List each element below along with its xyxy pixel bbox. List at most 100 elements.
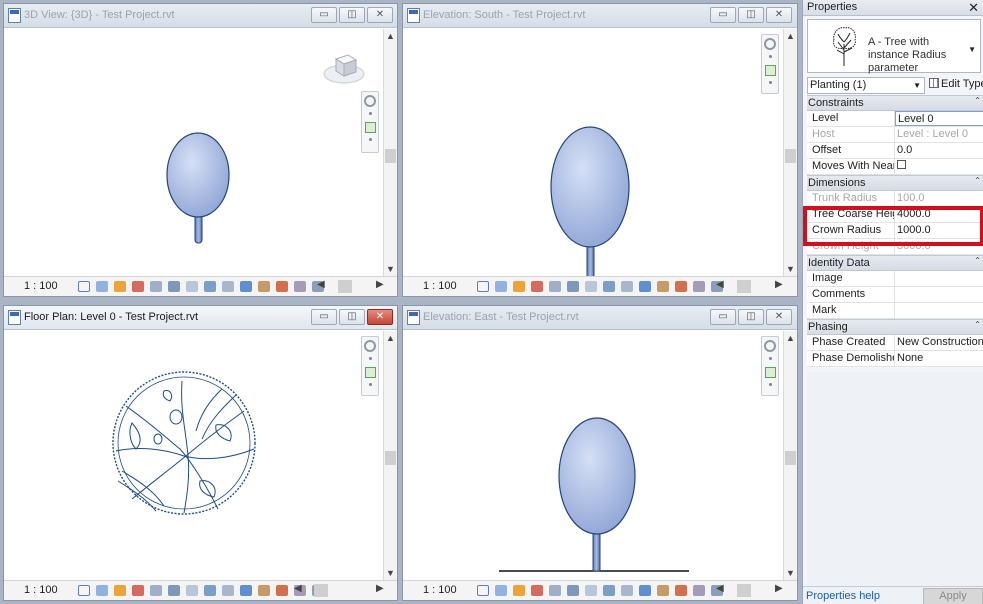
render-icon[interactable] xyxy=(150,585,162,596)
group-phasing[interactable]: Phasing ⌃ xyxy=(807,319,983,335)
zoom-icon[interactable] xyxy=(765,367,776,378)
temp-hide-icon[interactable] xyxy=(621,585,633,596)
tree-coarse-height-field[interactable]: 4000.0 xyxy=(895,207,983,222)
steering-wheel-icon[interactable] xyxy=(364,95,376,107)
navigation-bar[interactable] xyxy=(361,336,379,396)
view-window-3d[interactable]: 3D View: {3D} - Test Project.rvt ▭ ◫ ✕ ▲… xyxy=(3,3,398,297)
show-crop-icon[interactable] xyxy=(186,585,198,596)
property-row-phase-demolished[interactable]: Phase Demolished None xyxy=(807,351,983,367)
crown-radius-field[interactable]: 1000.0 xyxy=(895,223,983,238)
reveal-hidden-icon[interactable] xyxy=(240,585,252,596)
moves-with-nearby-checkbox[interactable] xyxy=(897,160,906,169)
visual-style-icon[interactable] xyxy=(96,281,108,292)
restore-button[interactable]: ◫ xyxy=(738,7,764,23)
zoom-icon[interactable] xyxy=(765,65,776,76)
visual-style-icon[interactable] xyxy=(495,585,507,596)
crop-icon[interactable] xyxy=(567,281,579,292)
temp-hide-icon[interactable] xyxy=(222,281,234,292)
scroll-thumb[interactable] xyxy=(785,451,796,465)
scroll-left-icon[interactable]: ◀ xyxy=(317,279,325,290)
analysis-icon[interactable] xyxy=(675,585,687,596)
render-icon[interactable] xyxy=(150,281,162,292)
steering-wheel-icon[interactable] xyxy=(764,340,776,352)
render-icon[interactable] xyxy=(549,281,561,292)
analysis-icon[interactable] xyxy=(276,585,288,596)
close-button[interactable]: ✕ xyxy=(367,309,393,325)
scroll-up-icon[interactable]: ▲ xyxy=(784,29,797,43)
scroll-down-icon[interactable]: ▼ xyxy=(384,262,397,276)
scroll-up-icon[interactable]: ▲ xyxy=(784,331,797,345)
type-selector[interactable]: A - Tree with instance Radius parameter … xyxy=(807,19,981,74)
scroll-left-icon[interactable]: ◀ xyxy=(716,279,724,290)
shadows-icon[interactable] xyxy=(132,281,144,292)
highlight-icon[interactable] xyxy=(693,281,705,292)
chevron-down-icon[interactable]: ▼ xyxy=(913,78,921,93)
scroll-thumb[interactable] xyxy=(385,149,396,163)
restore-button[interactable]: ◫ xyxy=(339,309,365,325)
restore-button[interactable]: ◫ xyxy=(738,309,764,325)
minimize-button[interactable]: ▭ xyxy=(311,309,337,325)
reveal-hidden-icon[interactable] xyxy=(639,281,651,292)
worksharing-icon[interactable] xyxy=(258,585,270,596)
scroll-right-icon[interactable]: ▶ xyxy=(376,279,384,290)
vertical-scrollbar[interactable]: ▲ ▼ xyxy=(783,29,797,276)
reveal-hidden-icon[interactable] xyxy=(240,281,252,292)
close-button[interactable]: ✕ xyxy=(766,309,792,325)
group-dimensions[interactable]: Dimensions ⌃ xyxy=(807,175,983,191)
close-icon[interactable]: ✕ xyxy=(968,0,979,15)
view-titlebar[interactable]: 3D View: {3D} - Test Project.rvt ▭ ◫ ✕ xyxy=(4,4,397,28)
viewcube-icon[interactable] xyxy=(322,47,366,87)
sun-path-icon[interactable] xyxy=(114,585,126,596)
view-scale[interactable]: 1 : 100 xyxy=(24,280,58,292)
analysis-icon[interactable] xyxy=(276,281,288,292)
steering-wheel-icon[interactable] xyxy=(764,38,776,50)
view-window-floor-plan[interactable]: Floor Plan: Level 0 - Test Project.rvt ▭… xyxy=(3,305,398,601)
sun-path-icon[interactable] xyxy=(513,281,525,292)
detail-level-icon[interactable] xyxy=(477,281,489,292)
view-window-elevation-east[interactable]: Elevation: East - Test Project.rvt ▭ ◫ ✕… xyxy=(402,305,798,601)
phase-created-select[interactable]: New Construction xyxy=(895,335,983,350)
category-filter-select[interactable]: Planting (1) ▼ xyxy=(807,77,925,94)
properties-help-link[interactable]: Properties help xyxy=(806,590,880,602)
property-row-level[interactable]: Level Level 0 xyxy=(807,111,983,127)
property-row-tree-coarse-height[interactable]: Tree Coarse Height 4000.0 xyxy=(807,207,983,223)
horizontal-scroll-thumb[interactable] xyxy=(338,280,352,293)
sun-path-icon[interactable] xyxy=(513,585,525,596)
shadows-icon[interactable] xyxy=(531,585,543,596)
analysis-icon[interactable] xyxy=(675,281,687,292)
edit-type-button[interactable]: Edit Type xyxy=(929,77,983,94)
property-row-moves-with-nearby[interactable]: Moves With Near... xyxy=(807,159,983,175)
shadows-icon[interactable] xyxy=(531,281,543,292)
detail-level-icon[interactable] xyxy=(78,585,90,596)
horizontal-scroll-thumb[interactable] xyxy=(314,584,328,597)
unlock-3d-icon[interactable] xyxy=(204,281,216,292)
mark-value-field[interactable] xyxy=(895,303,983,318)
unlock-3d-icon[interactable] xyxy=(204,585,216,596)
show-crop-icon[interactable] xyxy=(585,281,597,292)
minimize-button[interactable]: ▭ xyxy=(710,309,736,325)
group-identity-data[interactable]: Identity Data ⌃ xyxy=(807,255,983,271)
vertical-scrollbar[interactable]: ▲ ▼ xyxy=(783,331,797,580)
sun-path-icon[interactable] xyxy=(114,281,126,292)
horizontal-scroll-thumb[interactable] xyxy=(737,584,751,597)
scroll-left-icon[interactable]: ◀ xyxy=(716,583,724,594)
zoom-icon[interactable] xyxy=(365,122,376,133)
steering-wheel-icon[interactable] xyxy=(364,340,376,352)
minimize-button[interactable]: ▭ xyxy=(311,7,337,23)
scroll-right-icon[interactable]: ▶ xyxy=(775,583,783,594)
navigation-bar[interactable] xyxy=(761,336,779,396)
properties-title-bar[interactable]: Properties ✕ xyxy=(803,0,983,16)
show-crop-icon[interactable] xyxy=(186,281,198,292)
close-button[interactable]: ✕ xyxy=(367,7,393,23)
close-button[interactable]: ✕ xyxy=(766,7,792,23)
view-titlebar[interactable]: Floor Plan: Level 0 - Test Project.rvt ▭… xyxy=(4,306,397,330)
unlock-3d-icon[interactable] xyxy=(603,585,615,596)
view-titlebar[interactable]: Elevation: East - Test Project.rvt ▭ ◫ ✕ xyxy=(403,306,797,330)
view-scale[interactable]: 1 : 100 xyxy=(24,584,58,596)
vertical-scrollbar[interactable]: ▲ ▼ xyxy=(383,29,397,276)
view-scale[interactable]: 1 : 100 xyxy=(423,280,457,292)
view-window-elevation-south[interactable]: Elevation: South - Test Project.rvt ▭ ◫ … xyxy=(402,3,798,297)
worksharing-icon[interactable] xyxy=(657,281,669,292)
detail-level-icon[interactable] xyxy=(477,585,489,596)
horizontal-scroll-thumb[interactable] xyxy=(737,280,751,293)
